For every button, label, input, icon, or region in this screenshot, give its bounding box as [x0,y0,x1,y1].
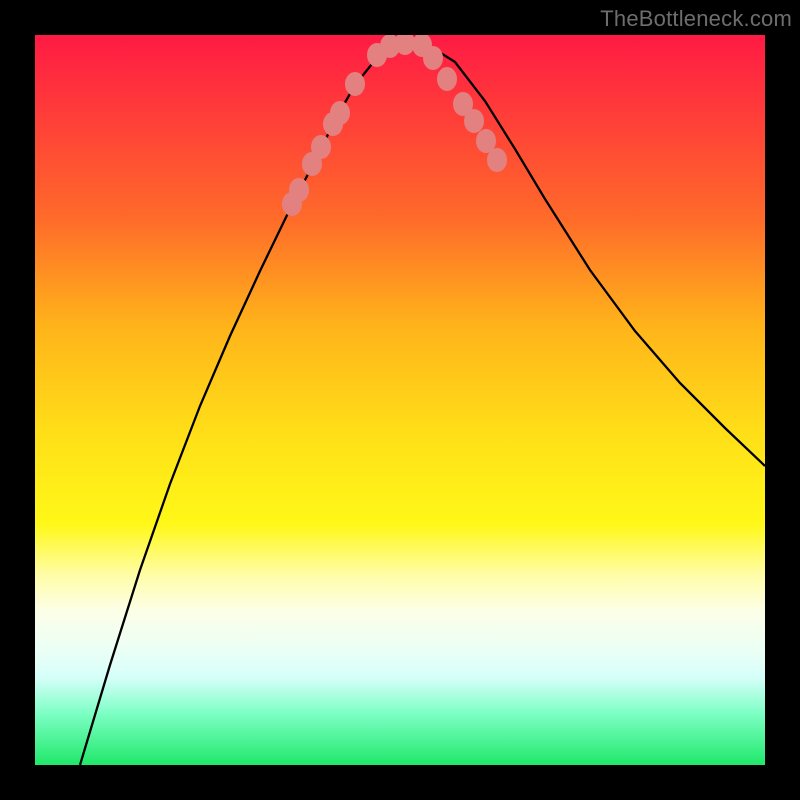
chart-svg [35,35,765,765]
plot-area [35,35,765,765]
watermark-text: TheBottleneck.com [600,6,792,32]
marker-dot [453,92,473,116]
marker-dot [302,152,322,176]
marker-dot [323,112,343,136]
marker-dot [464,109,484,133]
marker-dot [423,46,443,70]
marker-dot [330,101,350,125]
marker-dot [289,178,309,202]
marker-dot [345,72,365,96]
marker-dot [380,35,400,58]
marker-dot [437,67,457,91]
chart-container: TheBottleneck.com [0,0,800,800]
marker-dot [282,192,302,216]
marker-dot [476,129,496,153]
bottleneck-curve [80,43,765,765]
marker-dot [412,35,432,57]
marker-dot [367,43,387,67]
marker-dot [487,148,507,172]
marker-group [282,35,507,216]
marker-dot [395,35,415,55]
marker-dot [311,135,331,159]
